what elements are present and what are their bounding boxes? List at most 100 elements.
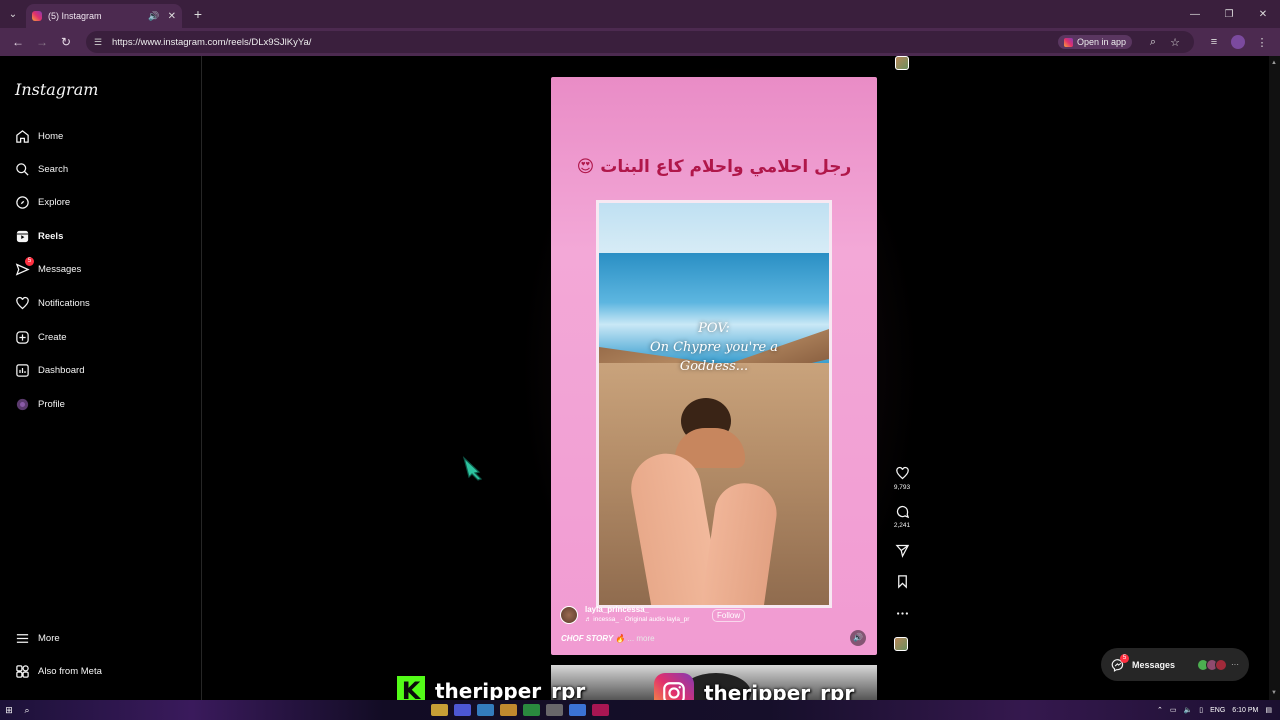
- audio-attribution[interactable]: ♬ incessa_ · Original audio layla_pr: [585, 616, 689, 623]
- sidebar-item-reels[interactable]: Reels: [14, 226, 184, 246]
- taskbar-app-icon[interactable]: [500, 704, 517, 716]
- network-icon[interactable]: ▭: [1170, 706, 1177, 714]
- overlay-line-3: Goddess...: [679, 359, 749, 374]
- scroll-up-icon[interactable]: ▲: [1271, 60, 1277, 66]
- sidebar-item-more[interactable]: More: [14, 628, 184, 648]
- volume-icon[interactable]: 🔊: [850, 630, 866, 646]
- instagram-logo[interactable]: Instagram: [15, 80, 98, 99]
- taskbar-app-icon[interactable]: [592, 704, 609, 716]
- caption-title: CHOF STORY 🔥: [561, 634, 626, 643]
- chat-avatar: [1215, 658, 1227, 671]
- taskbar-app-icon[interactable]: [431, 704, 448, 716]
- minimize-icon[interactable]: —: [1178, 9, 1212, 20]
- like-action[interactable]: 9,793: [887, 466, 917, 491]
- share-icon: [887, 543, 917, 559]
- sidebar-item-messages[interactable]: 5 Messages: [14, 257, 184, 279]
- system-tray: ⌃ ▭ 🔈 ▯ ENG 6:10 PM ▤: [1150, 706, 1272, 715]
- tray-chevron-icon[interactable]: ⌃: [1157, 706, 1163, 714]
- reel-photo: POV: On Chypre you're a Goddess...: [596, 200, 832, 608]
- reel-audio-thumb[interactable]: [894, 637, 908, 651]
- notification-center-icon[interactable]: ▤: [1265, 706, 1272, 714]
- save-action[interactable]: [887, 574, 917, 590]
- taskbar-apps: [428, 704, 612, 716]
- compass-icon: [14, 194, 30, 210]
- reload-icon[interactable]: ↻: [54, 35, 78, 49]
- like-count: 9,793: [893, 484, 911, 491]
- mouse-cursor-icon: [461, 455, 487, 486]
- start-icon[interactable]: ⊞: [0, 705, 18, 716]
- url-text[interactable]: https://www.instagram.com/reels/DLx9SJlK…: [112, 37, 1058, 48]
- address-bar[interactable]: ☰ https://www.instagram.com/reels/DLx9SJ…: [86, 31, 1194, 53]
- tab-title: (5) Instagram: [48, 11, 102, 21]
- messages-pill[interactable]: 5 Messages ···: [1101, 648, 1249, 681]
- sidebar-item-label: Home: [38, 130, 64, 142]
- sidebar-item-profile[interactable]: Profile: [14, 394, 184, 414]
- messages-badge: 5: [25, 257, 34, 266]
- sidebar-item-label: Dashboard: [38, 364, 85, 376]
- comment-icon: [887, 504, 917, 520]
- reel-caption: CHOF STORY 🔥 ... more: [561, 634, 655, 643]
- window-close-icon[interactable]: ✕: [1246, 9, 1280, 20]
- sidebar-item-search[interactable]: Search: [14, 159, 184, 179]
- profile-avatar[interactable]: [1231, 35, 1245, 49]
- forward-icon[interactable]: →: [30, 35, 54, 49]
- overlay-line-2: On Chypre you're a: [649, 340, 779, 355]
- taskbar-app-icon[interactable]: [569, 704, 586, 716]
- open-in-app-label: Open in app: [1076, 37, 1126, 47]
- author-username[interactable]: layla_princessa_: [585, 605, 689, 614]
- reel-author: layla_princessa_ ♬ incessa_ · Original a…: [560, 605, 689, 624]
- more-chats-icon: ···: [1231, 660, 1239, 669]
- reel-video[interactable]: رجل احلامي واحلام كاع البنات 😍 POV: On C…: [551, 77, 877, 655]
- site-info-icon[interactable]: ☰: [94, 37, 106, 48]
- windows-taskbar: ⊞ ⌕ ⌃ ▭ 🔈 ▯ ENG 6:10 PM ▤: [0, 700, 1280, 720]
- browser-tab-bar: ⌄ (5) Instagram 🔊 ✕ + — ❐ ✕: [0, 0, 1280, 28]
- new-tab-button[interactable]: +: [186, 6, 210, 22]
- zoom-icon[interactable]: ⌕: [1142, 36, 1164, 49]
- restore-icon[interactable]: ❐: [1212, 9, 1246, 20]
- reel-title-text: رجل احلامي واحلام كاع البنات 😍: [576, 157, 852, 177]
- caption-more-link[interactable]: ... more: [627, 634, 654, 643]
- reels-icon: [14, 228, 30, 244]
- overlay-line-1: POV:: [698, 321, 730, 336]
- more-options-action[interactable]: [887, 606, 917, 622]
- toolbar-right: ≡ ⋮: [1202, 35, 1274, 49]
- instagram-favicon-icon: [32, 11, 42, 21]
- sidebar-item-explore[interactable]: Explore: [14, 192, 184, 212]
- battery-icon[interactable]: ▯: [1199, 706, 1203, 714]
- taskbar-app-icon[interactable]: [454, 704, 471, 716]
- taskbar-search-icon[interactable]: ⌕: [18, 705, 36, 716]
- comment-action[interactable]: 2,241: [887, 504, 917, 529]
- taskbar-app-icon[interactable]: [523, 704, 540, 716]
- page-scrollbar[interactable]: ▲ ▼: [1269, 56, 1280, 700]
- sidebar-item-label: Explore: [38, 196, 71, 208]
- sidebar-item-home[interactable]: Home: [14, 126, 184, 146]
- recent-chat-avatars: ···: [1197, 658, 1239, 671]
- taskbar-app-icon[interactable]: [546, 704, 563, 716]
- open-in-app-button[interactable]: Open in app: [1057, 35, 1132, 49]
- sidebar-item-label: Messages: [38, 263, 82, 275]
- author-avatar[interactable]: [560, 606, 578, 624]
- previous-reel-audio-thumb[interactable]: [895, 56, 909, 70]
- tab-search-button[interactable]: ⌄: [0, 0, 26, 28]
- tab-audio-icon[interactable]: 🔊: [148, 11, 159, 22]
- browser-menu-icon[interactable]: ⋮: [1250, 36, 1274, 49]
- language-indicator[interactable]: ENG: [1210, 707, 1225, 714]
- volume-tray-icon[interactable]: 🔈: [1184, 706, 1193, 714]
- sidebar-item-dashboard[interactable]: Dashboard: [14, 360, 184, 380]
- browser-toolbar: ← → ↻ ☰ https://www.instagram.com/reels/…: [0, 28, 1280, 56]
- bookmark-star-icon[interactable]: ☆: [1164, 36, 1186, 49]
- back-icon[interactable]: ←: [6, 35, 30, 49]
- sidebar-item-label: Search: [38, 163, 69, 175]
- sidebar-item-notifications[interactable]: Notifications: [14, 293, 184, 313]
- follow-button[interactable]: Follow: [712, 609, 746, 622]
- browser-tab[interactable]: (5) Instagram 🔊 ✕: [26, 4, 182, 28]
- clock[interactable]: 6:10 PM: [1232, 707, 1258, 714]
- taskbar-app-icon[interactable]: [477, 704, 494, 716]
- media-control-icon[interactable]: ≡: [1202, 36, 1226, 48]
- sidebar-item-create[interactable]: Create: [14, 327, 184, 347]
- scroll-down-icon[interactable]: ▼: [1271, 690, 1277, 696]
- share-action[interactable]: [887, 543, 917, 559]
- sidebar-item-also-from-meta[interactable]: Also from Meta: [14, 661, 184, 681]
- comment-count: 2,241: [893, 522, 911, 529]
- tab-close-icon[interactable]: ✕: [168, 11, 176, 22]
